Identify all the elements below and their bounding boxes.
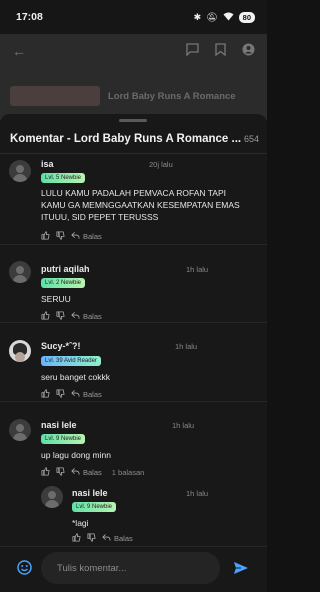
comment-line: up lagu dong minn	[41, 450, 111, 460]
thumbs-up-icon[interactable]	[41, 311, 50, 322]
bookmark-icon[interactable]	[215, 43, 226, 59]
comment-username[interactable]: isa	[41, 159, 54, 169]
avatar-icon[interactable]	[9, 160, 31, 182]
comment-list[interactable]: isa 20j lalu Lvl. 5 Newbie LULU KAMU PAD…	[0, 154, 267, 544]
comment-line: *lagi	[72, 518, 89, 528]
comment-username[interactable]: nasi lele	[72, 488, 108, 498]
reply-button[interactable]: Balas	[114, 534, 133, 543]
comment-text: LULU KAMU PADALAH PEMVACA ROFAN TAPI KAM…	[41, 187, 261, 223]
thumbs-down-icon[interactable]	[56, 231, 65, 242]
comment-line: seru banget cokkk	[41, 372, 110, 382]
comment-line: KAMU GA MEMNGGAATKAN KESEMPATAN EMAS	[41, 200, 240, 210]
mute-icon: 🔕︎	[206, 11, 218, 22]
avatar-icon[interactable]	[9, 261, 31, 283]
reply-icon[interactable]	[102, 533, 111, 544]
comment-count: 654	[243, 133, 259, 144]
thumbs-down-icon[interactable]	[56, 311, 65, 322]
book-title: Lord Baby Runs A Romance	[108, 90, 236, 102]
comment-time: 20j lalu	[149, 160, 173, 169]
level-badge: Lvl. 39 Avid Reader	[41, 356, 101, 366]
thumbs-down-icon[interactable]	[87, 533, 96, 544]
level-badge: Lvl. 9 Newbie	[41, 434, 86, 444]
level-badge: Lvl. 5 Newbie	[41, 173, 86, 183]
comment-actions: Balas 1 balasan	[41, 467, 144, 478]
battery-indicator: 80	[238, 11, 255, 23]
level-badge: Lvl. 2 Newbie	[41, 278, 86, 288]
level-badge: Lvl. 9 Newbie	[72, 502, 117, 512]
sheet-header: Komentar - Lord Baby Runs A Romance ... …	[0, 124, 267, 154]
comment-actions: Balas	[41, 389, 102, 400]
comment-actions: Balas	[72, 533, 133, 544]
comment-text: *lagi	[72, 517, 252, 529]
avatar-icon[interactable]	[9, 419, 31, 441]
comment-item: nasi lele 1h lalu Lvl. 9 Newbie up lagu …	[0, 402, 267, 544]
status-bar: 17:08 ✱ 🔕︎ 80	[0, 0, 267, 34]
comment-time: 1h lalu	[175, 342, 198, 351]
reply-icon[interactable]	[71, 467, 80, 478]
wifi-icon	[223, 12, 234, 23]
reply-button[interactable]: Balas	[83, 390, 102, 399]
reply-icon[interactable]	[71, 311, 80, 322]
bluetooth-icon: ✱	[193, 11, 202, 22]
thumbs-up-icon[interactable]	[41, 389, 50, 400]
comment-line: LULU KAMU PADALAH PEMVACA ROFAN TAPI	[41, 188, 227, 198]
comments-sheet: Komentar - Lord Baby Runs A Romance ... …	[0, 114, 267, 592]
comment-text: SERUU	[41, 293, 261, 305]
comment-input[interactable]: Tulis komentar...	[41, 552, 220, 584]
comment-text: up lagu dong minn	[41, 449, 261, 461]
reply-icon[interactable]	[71, 231, 80, 242]
back-arrow-icon[interactable]: ←	[12, 43, 26, 59]
reply-icon[interactable]	[71, 389, 80, 400]
comment-line: ITUUU, SID PEPET TERUSSS	[41, 212, 159, 222]
comment-item: isa 20j lalu Lvl. 5 Newbie LULU KAMU PAD…	[0, 154, 267, 245]
send-icon[interactable]	[233, 560, 249, 576]
thumbs-down-icon[interactable]	[56, 467, 65, 478]
thumbs-up-icon[interactable]	[41, 467, 50, 478]
comment-actions: Balas	[41, 311, 102, 322]
sheet-title: Komentar - Lord Baby Runs A Romance ...	[10, 132, 242, 145]
comment-username[interactable]: Sucy-*ˆ?!	[41, 341, 81, 351]
background-reader-screen: ← Lord Baby Runs A Romance	[0, 34, 267, 120]
book-cover	[10, 86, 100, 106]
drag-handle[interactable]	[119, 119, 147, 122]
comment-time: 1h lalu	[186, 489, 209, 498]
comment-input-placeholder: Tulis komentar...	[57, 562, 127, 574]
account-icon[interactable]	[242, 43, 255, 59]
replies-count-link[interactable]: 1 balasan	[112, 468, 145, 477]
status-time: 17:08	[16, 11, 43, 23]
reply-button[interactable]: Balas	[83, 312, 102, 321]
emoji-icon[interactable]	[17, 560, 32, 575]
comment-actions: Balas	[41, 231, 102, 242]
thumbs-up-icon[interactable]	[41, 231, 50, 242]
comment-time: 1h lalu	[172, 421, 195, 430]
avatar-icon[interactable]	[41, 486, 63, 508]
comment-item: Sucy-*ˆ?! 1h lalu Lvl. 39 Avid Reader se…	[0, 323, 267, 402]
comment-line: SERUU	[41, 294, 71, 304]
comment-item: putri aqilah 1h lalu Lvl. 2 Newbie SERUU…	[0, 245, 267, 323]
reply-button[interactable]: Balas	[83, 468, 102, 477]
comment-input-bar: Tulis komentar...	[0, 546, 267, 592]
reply-button[interactable]: Balas	[83, 232, 102, 241]
comment-text: seru banget cokkk	[41, 371, 261, 383]
avatar-icon[interactable]	[9, 340, 31, 362]
thumbs-up-icon[interactable]	[72, 533, 81, 544]
thumbs-down-icon[interactable]	[56, 389, 65, 400]
status-icons: ✱ 🔕︎ 80	[193, 11, 255, 23]
comment-username[interactable]: putri aqilah	[41, 264, 90, 274]
comment-username[interactable]: nasi lele	[41, 420, 77, 430]
comment-time: 1h lalu	[186, 265, 209, 274]
chat-icon[interactable]	[186, 43, 199, 59]
